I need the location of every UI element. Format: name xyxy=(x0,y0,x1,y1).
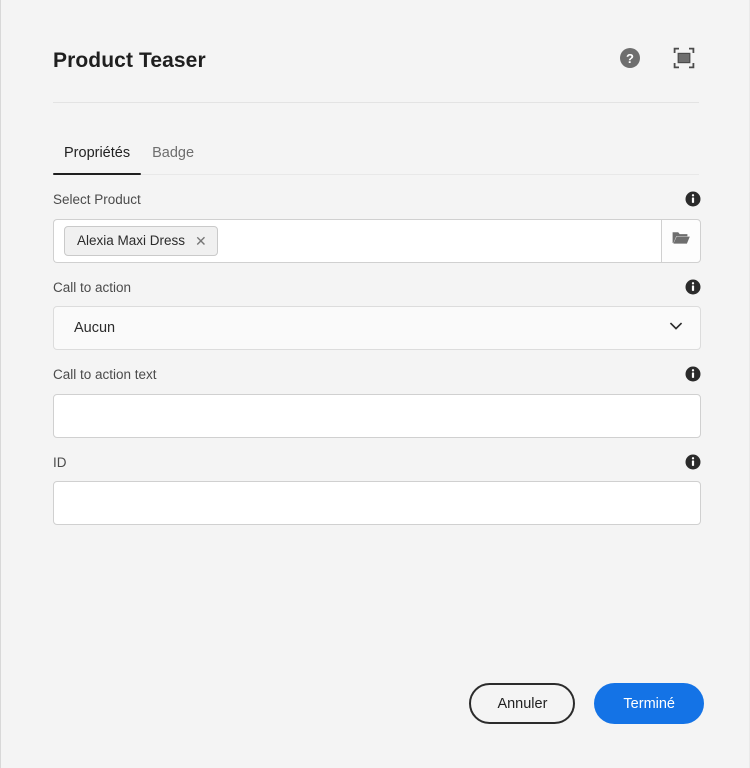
help-button[interactable]: ? xyxy=(615,45,645,75)
dialog-header-row: Product Teaser ? xyxy=(53,40,699,80)
select-product-control: Alexia Maxi Dress ✕ xyxy=(53,218,701,263)
dialog-footer: Annuler Terminé xyxy=(1,683,749,768)
tab-proprietes[interactable]: Propriétés xyxy=(53,145,142,176)
product-chip[interactable]: Alexia Maxi Dress ✕ xyxy=(64,225,218,256)
call-to-action-select[interactable]: Aucun xyxy=(53,306,701,350)
label-call-to-action: Call to action xyxy=(53,279,132,295)
done-button[interactable]: Terminé xyxy=(594,683,704,724)
field-id: ID xyxy=(53,438,701,525)
product-chip-field[interactable]: Alexia Maxi Dress ✕ xyxy=(53,218,661,263)
field-call-to-action-text: Call to action text xyxy=(53,350,701,438)
chevron-down-icon xyxy=(668,318,684,339)
label-select-product: Select Product xyxy=(53,192,141,207)
info-icon-call-to-action[interactable] xyxy=(685,279,701,295)
field-call-to-action: Call to action Aucun xyxy=(53,263,701,350)
call-to-action-value: Aucun xyxy=(74,320,116,336)
page-title: Product Teaser xyxy=(53,48,206,72)
fullscreen-icon xyxy=(673,47,695,74)
info-icon-call-to-action-text[interactable] xyxy=(685,366,701,382)
svg-text:?: ? xyxy=(626,51,634,66)
tabs-wrapper: Propriétés Badge xyxy=(1,103,749,175)
product-chip-label: Alexia Maxi Dress xyxy=(77,233,186,248)
dialog-body: Select Product Alexia Maxi Dress ✕ Call … xyxy=(1,175,749,683)
fullscreen-button[interactable] xyxy=(669,45,699,75)
close-icon[interactable]: ✕ xyxy=(194,234,208,248)
cancel-button[interactable]: Annuler xyxy=(469,683,576,724)
info-icon-id[interactable] xyxy=(685,454,701,470)
product-teaser-dialog: Product Teaser ? Propriétés Badge Select… xyxy=(0,0,750,768)
info-icon-select-product[interactable] xyxy=(685,191,701,207)
label-id: ID xyxy=(53,454,67,470)
field-select-product: Select Product Alexia Maxi Dress ✕ xyxy=(53,175,701,263)
tab-list: Propriétés Badge xyxy=(53,103,699,175)
label-call-to-action-text: Call to action text xyxy=(53,367,157,382)
folder-open-icon xyxy=(671,228,691,253)
browse-product-button[interactable] xyxy=(661,218,701,263)
dialog-header: Product Teaser ? xyxy=(1,0,749,103)
id-input[interactable] xyxy=(53,481,701,525)
header-actions: ? xyxy=(615,45,699,75)
tab-badge[interactable]: Badge xyxy=(141,145,205,176)
call-to-action-text-input[interactable] xyxy=(53,393,701,438)
help-icon: ? xyxy=(619,47,641,74)
